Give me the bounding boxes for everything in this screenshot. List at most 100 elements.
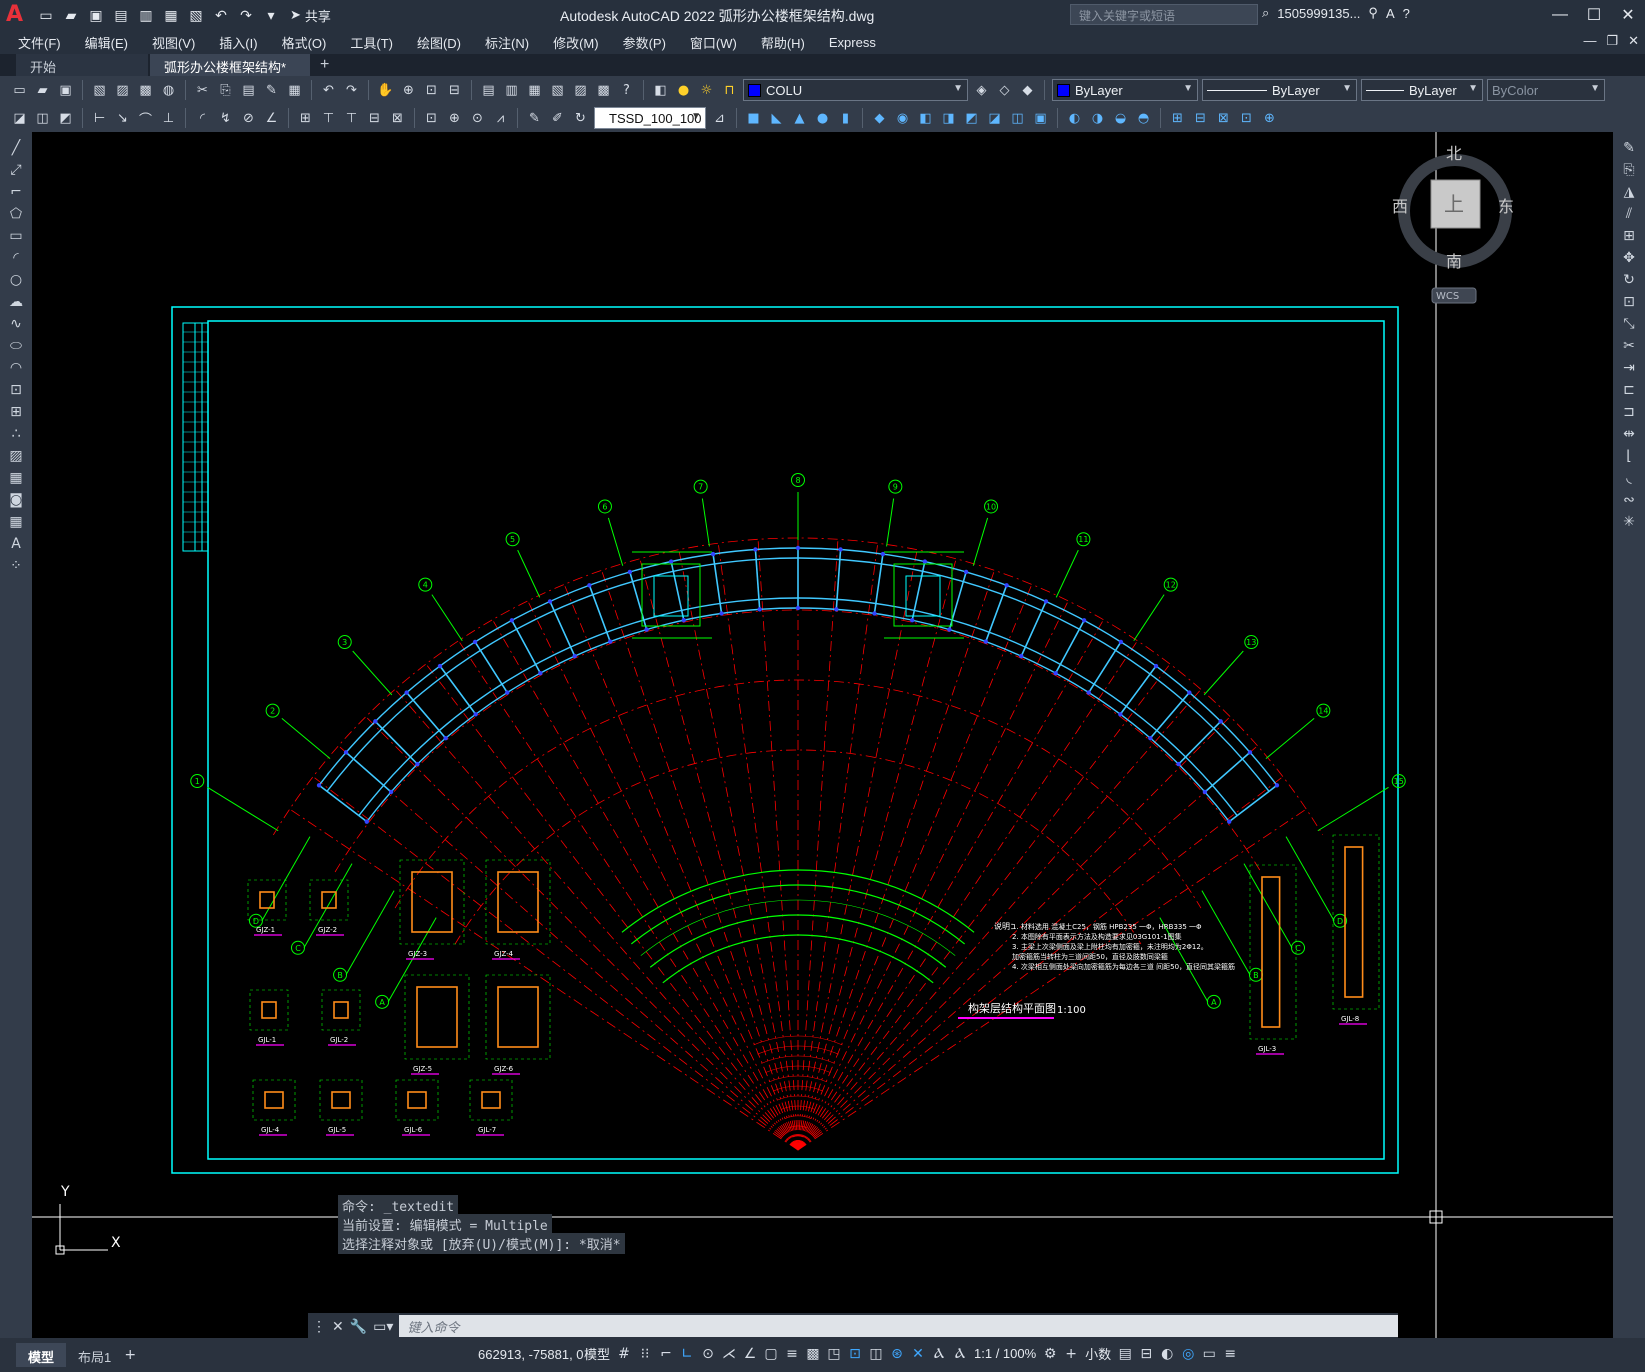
- extrude-icon[interactable]: ◆: [870, 109, 889, 128]
- infer-icon[interactable]: ⌐: [659, 1346, 673, 1362]
- ellipse-arc-icon[interactable]: ◠: [5, 358, 27, 377]
- copy-object-icon[interactable]: ⎘: [1618, 160, 1640, 179]
- lineweight-icon[interactable]: ≡: [785, 1346, 799, 1362]
- customization-icon[interactable]: ≡: [1223, 1346, 1237, 1362]
- offset-icon[interactable]: ⫽: [1618, 204, 1640, 223]
- redo-icon[interactable]: ↷: [235, 4, 257, 26]
- plot-preview-icon[interactable]: ▨: [113, 81, 132, 100]
- paste-icon[interactable]: ▤: [239, 81, 258, 100]
- dim-update-icon[interactable]: ↻: [571, 109, 590, 128]
- layer-on-icon[interactable]: ●: [674, 81, 693, 100]
- linetype-dropdown[interactable]: ByLayer ▼: [1202, 79, 1357, 101]
- search-icon[interactable]: ⌕: [1262, 5, 1269, 21]
- plot-icon[interactable]: ▧: [90, 81, 109, 100]
- angular-dim-icon[interactable]: ∠: [262, 109, 281, 128]
- sphere-icon[interactable]: ●: [813, 109, 832, 128]
- construction-line-icon[interactable]: ⤢: [5, 160, 27, 179]
- text-style-dropdown[interactable]: TSSD_100_100 ▼: [594, 107, 706, 129]
- grid-icon[interactable]: #: [617, 1346, 631, 1362]
- make-current-icon[interactable]: ◈: [972, 81, 991, 100]
- radius-dim-icon[interactable]: ◜: [193, 109, 212, 128]
- quick-properties-icon[interactable]: ▤: [1118, 1346, 1132, 1362]
- circle-icon[interactable]: ○: [5, 270, 27, 289]
- undo-icon[interactable]: ↶: [319, 81, 338, 100]
- dim-text-edit-icon[interactable]: ✐: [548, 109, 567, 128]
- make-block-icon[interactable]: ⊞: [5, 402, 27, 421]
- user-account[interactable]: 1505999135...: [1277, 6, 1360, 21]
- viewcube-south[interactable]: 南: [1446, 252, 1462, 271]
- ucs-face-icon[interactable]: ⊡: [1237, 109, 1256, 128]
- move-icon[interactable]: ✥: [1618, 248, 1640, 267]
- ucs-object-icon[interactable]: ⊕: [1260, 109, 1279, 128]
- ucs-icon[interactable]: ⊞: [1168, 109, 1187, 128]
- menu-modify[interactable]: 修改(M): [553, 33, 599, 52]
- intersect-icon[interactable]: ▣: [1031, 109, 1050, 128]
- workspace-icon[interactable]: ⚙: [1043, 1346, 1057, 1362]
- rectangle-icon[interactable]: ▭: [5, 226, 27, 245]
- erase-icon[interactable]: ✎: [1618, 138, 1640, 157]
- render-icon[interactable]: ◑: [1088, 109, 1107, 128]
- open-web-icon[interactable]: ▥: [135, 4, 157, 26]
- arc-length-icon[interactable]: ⌒: [136, 109, 155, 128]
- chamfer-icon[interactable]: ⌊: [1618, 446, 1640, 465]
- menu-format[interactable]: 格式(O): [282, 33, 327, 52]
- polyline-icon[interactable]: ⌐: [5, 182, 27, 201]
- tool-palettes-icon[interactable]: ▦: [525, 81, 544, 100]
- save-icon[interactable]: ▣: [56, 81, 75, 100]
- spline-icon[interactable]: ∿: [5, 314, 27, 333]
- stretch-icon[interactable]: ⤡: [1618, 314, 1640, 333]
- menu-file[interactable]: 文件(F): [18, 33, 61, 52]
- center-mark-icon[interactable]: ⊕: [445, 109, 464, 128]
- ucs-world-icon[interactable]: ⊟: [1191, 109, 1210, 128]
- extend-icon[interactable]: ⇥: [1618, 358, 1640, 377]
- jogged-dim-icon[interactable]: ↯: [216, 109, 235, 128]
- properties-icon[interactable]: ▤: [479, 81, 498, 100]
- cart-icon[interactable]: ⚲: [1368, 5, 1378, 21]
- scale-icon[interactable]: ⊡: [1618, 292, 1640, 311]
- 3d-osnap-icon[interactable]: ⊡: [848, 1346, 862, 1362]
- doc-restore-button[interactable]: ❐: [1606, 33, 1618, 49]
- quick-dim-icon[interactable]: ⊞: [296, 109, 315, 128]
- line-icon[interactable]: ╱: [5, 138, 27, 157]
- tab-start[interactable]: 开始: [16, 54, 148, 76]
- color-dropdown[interactable]: ByLayer ▼: [1052, 79, 1198, 101]
- explode-icon[interactable]: ✳: [1618, 512, 1640, 531]
- help-button[interactable]: ?: [1403, 6, 1410, 21]
- wcs-label[interactable]: WCS: [1436, 291, 1459, 302]
- interfere-icon[interactable]: ◩: [962, 109, 981, 128]
- annotation-visibility-icon[interactable]: Ⲁ: [932, 1346, 946, 1362]
- polygon-icon[interactable]: ⬠: [5, 204, 27, 223]
- dim-break-icon[interactable]: ⊠: [388, 109, 407, 128]
- save-as-icon[interactable]: ▤: [110, 4, 132, 26]
- tssd-table-icon[interactable]: ◫: [33, 109, 52, 128]
- ucs-previous-icon[interactable]: ⊠: [1214, 109, 1233, 128]
- recent-commands-icon[interactable]: ▭▾: [373, 1318, 393, 1335]
- ordinate-dim-icon[interactable]: ⊥: [159, 109, 178, 128]
- mtext-icon[interactable]: A: [5, 534, 27, 553]
- menu-dimension[interactable]: 标注(N): [485, 33, 529, 52]
- menu-express[interactable]: Express: [829, 35, 876, 50]
- lineweight-dropdown[interactable]: ByLayer ▼: [1361, 79, 1483, 101]
- layer-freeze-icon[interactable]: ☼: [697, 81, 716, 100]
- rotate-icon[interactable]: ↻: [1618, 270, 1640, 289]
- viewcube-north[interactable]: 北: [1446, 144, 1462, 163]
- close-button[interactable]: ✕: [1611, 0, 1645, 30]
- dynamic-ucs-icon[interactable]: ◫: [869, 1346, 883, 1362]
- fillet-icon[interactable]: ◟: [1618, 468, 1640, 487]
- zoom-realtime-icon[interactable]: ⊕: [399, 81, 418, 100]
- snap-icon[interactable]: ⁝⁝: [638, 1346, 652, 1362]
- publish-icon[interactable]: ▩: [136, 81, 155, 100]
- inspection-icon[interactable]: ⊙: [468, 109, 487, 128]
- help-icon[interactable]: ?: [617, 81, 636, 100]
- new-tab-button[interactable]: +: [320, 56, 329, 76]
- doc-minimize-button[interactable]: —: [1583, 33, 1596, 49]
- wedge-icon[interactable]: ◣: [767, 109, 786, 128]
- match-prop-icon[interactable]: ✎: [262, 81, 281, 100]
- menu-edit[interactable]: 编辑(E): [85, 33, 128, 52]
- break-icon[interactable]: ⊐: [1618, 402, 1640, 421]
- object-track-icon[interactable]: ∠: [743, 1346, 757, 1362]
- autodesk-app-icon[interactable]: A: [1386, 6, 1395, 21]
- continue-dim-icon[interactable]: ⊤: [342, 109, 361, 128]
- add-layout-icon[interactable]: +: [123, 1347, 137, 1363]
- 3d-dwf-icon[interactable]: ◍: [159, 81, 178, 100]
